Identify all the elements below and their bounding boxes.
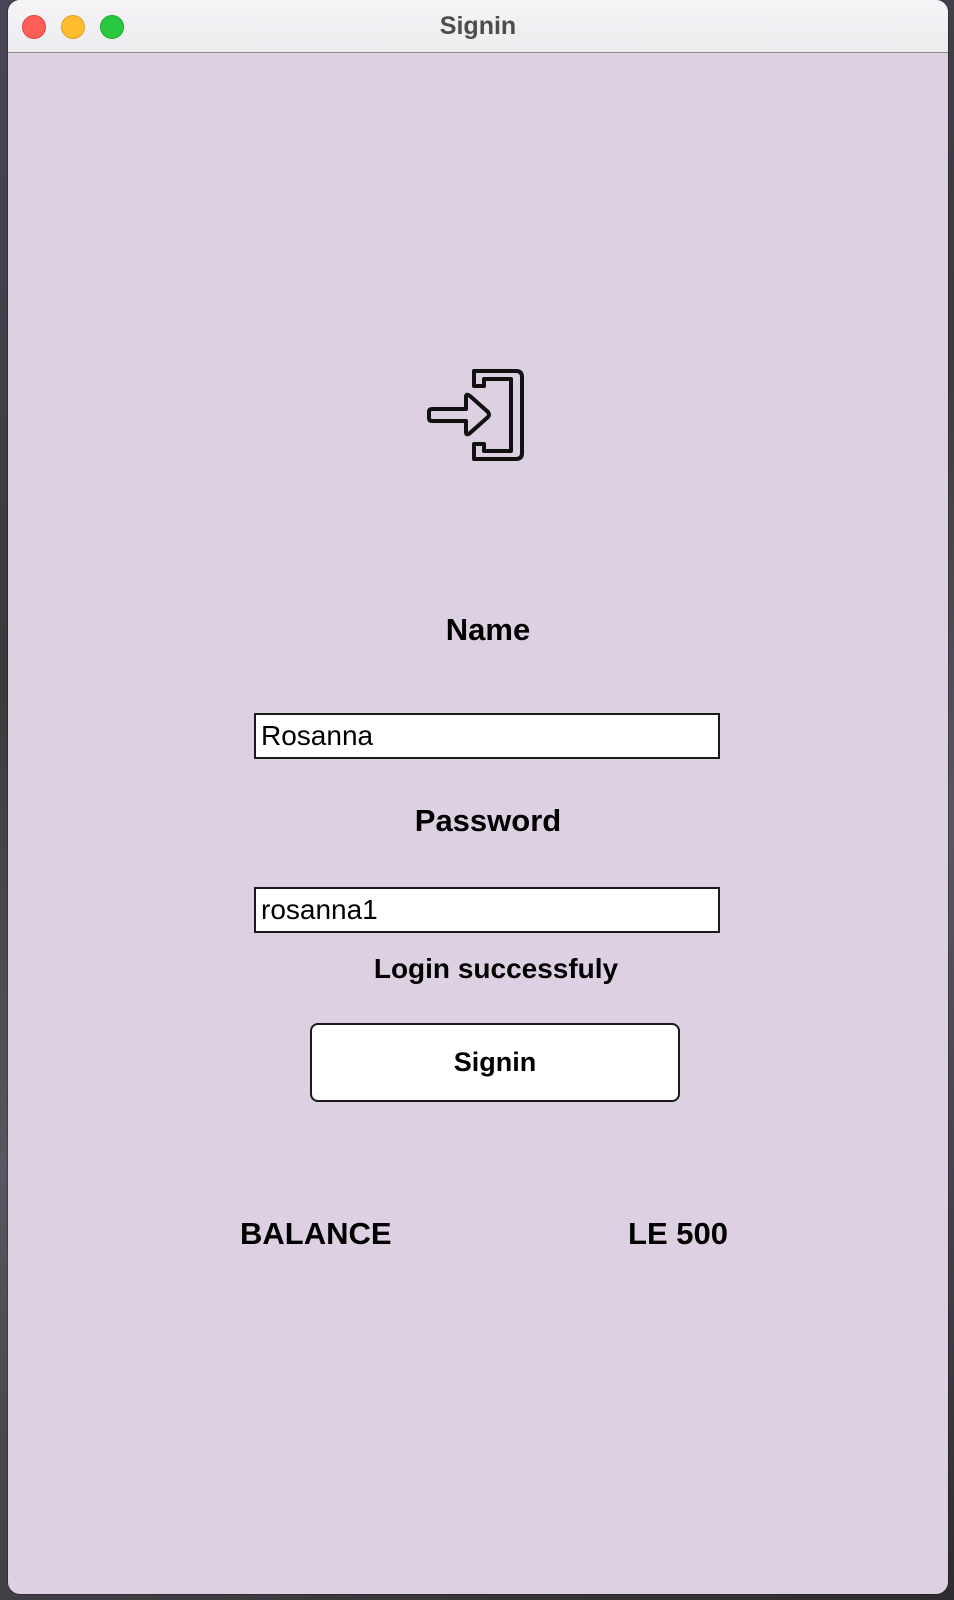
name-label: Name — [445, 612, 531, 647]
password-field[interactable] — [254, 887, 720, 933]
login-status-message: Login successfuly — [373, 953, 619, 984]
name-field[interactable] — [254, 713, 720, 759]
signin-window: Signin Name Password Login successfuly S… — [8, 0, 948, 1594]
signin-button[interactable]: Signin — [310, 1023, 680, 1102]
sign-in-icon — [427, 369, 524, 461]
balance-label: BALANCE — [240, 1216, 392, 1251]
password-label: Password — [414, 803, 562, 838]
window-title: Signin — [439, 12, 517, 40]
title-bar: Signin — [8, 0, 948, 53]
balance-value: LE 500 — [628, 1216, 728, 1251]
